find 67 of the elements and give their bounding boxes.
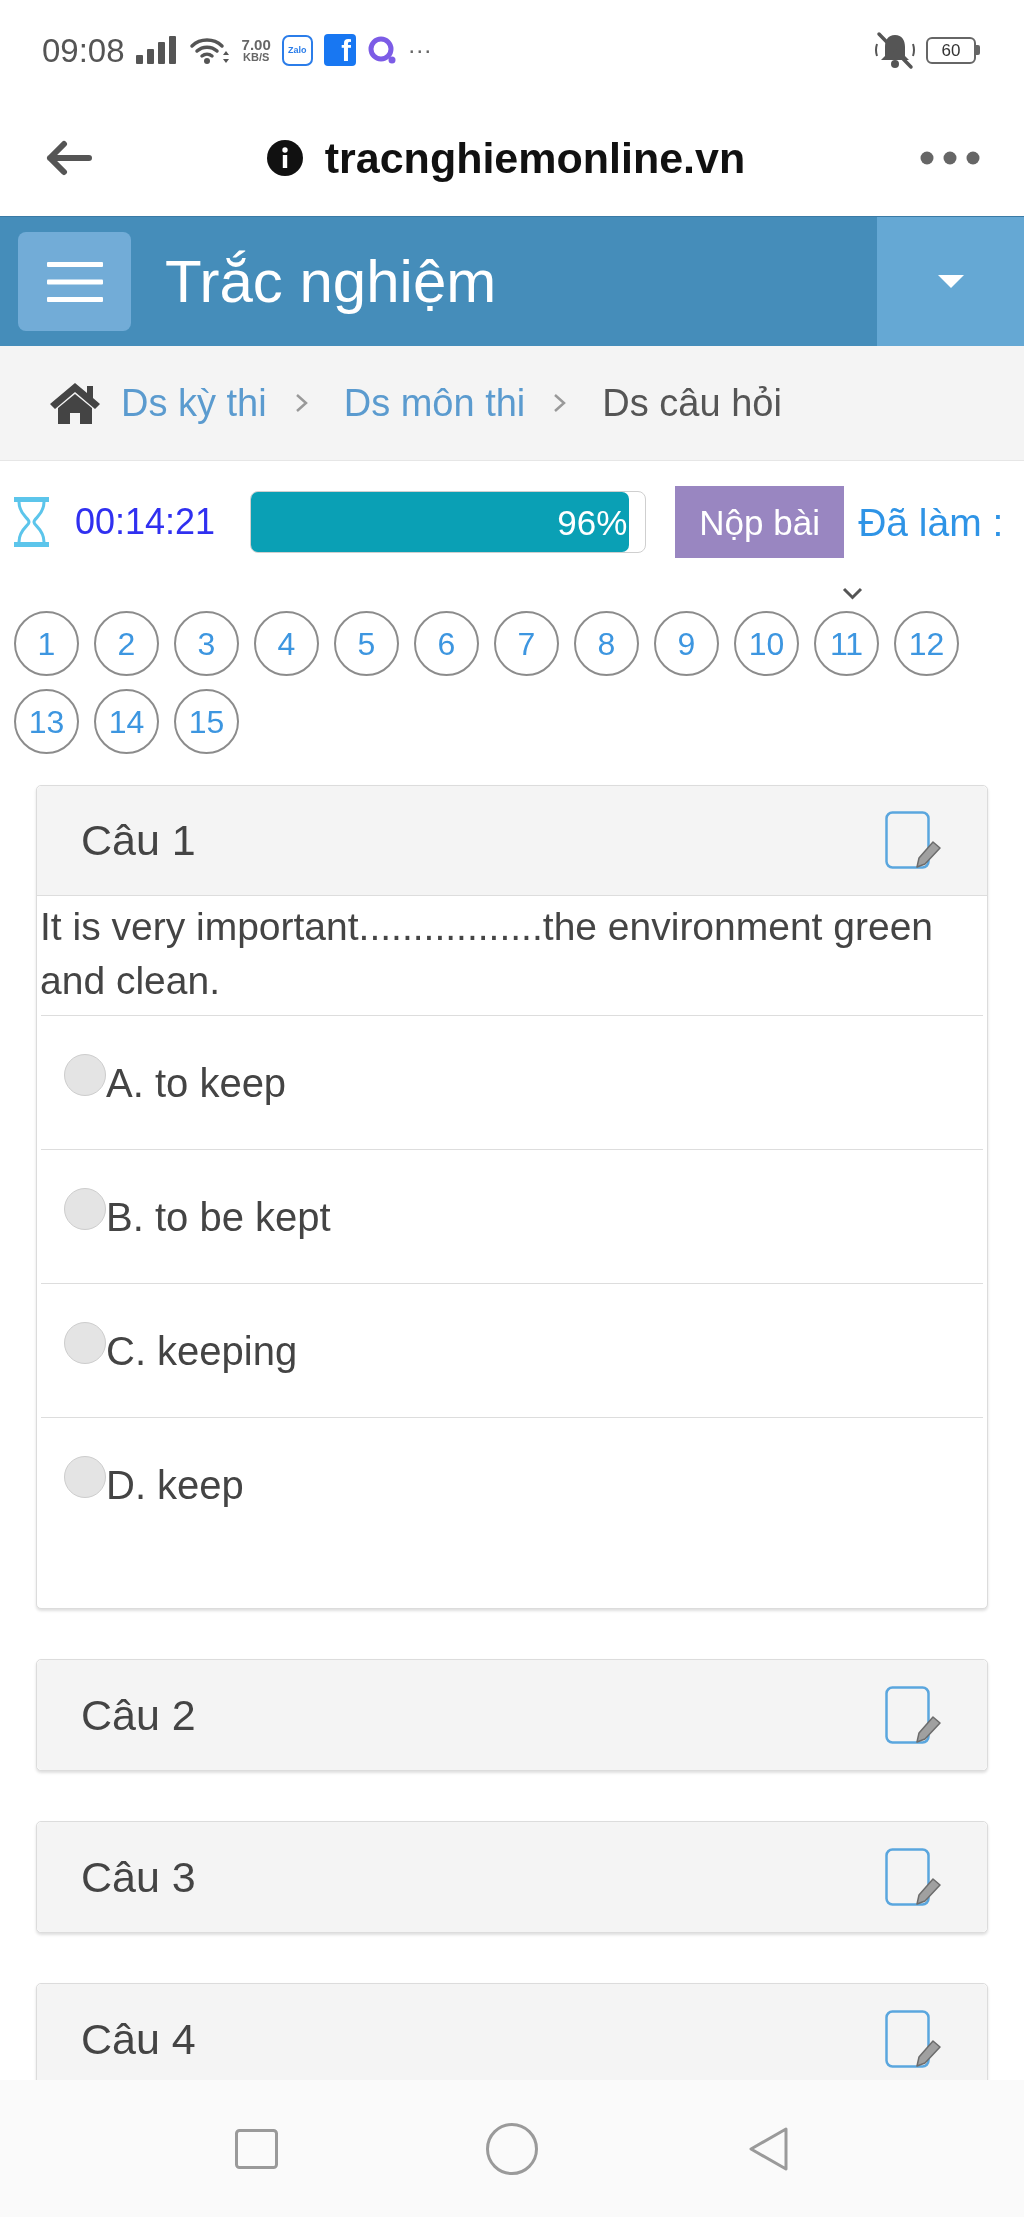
question-number-button[interactable]: 2 (94, 611, 159, 676)
question-number-button[interactable]: 1 (14, 611, 79, 676)
question-number-button[interactable]: 12 (894, 611, 959, 676)
back-arrow-icon[interactable] (44, 140, 92, 176)
signal-icon (135, 36, 178, 64)
question-title: Câu 1 (81, 819, 196, 862)
chevron-icon (553, 393, 567, 413)
info-icon[interactable] (266, 140, 303, 176)
breadcrumb-current: Ds câu hỏi (602, 384, 782, 422)
question-title: Câu 2 (81, 1693, 196, 1737)
note-pencil-icon[interactable] (885, 2009, 941, 2069)
question-number-button[interactable]: 15 (174, 689, 239, 754)
question-number-button[interactable]: 11 (814, 611, 879, 676)
submit-button[interactable]: Nộp bài (675, 486, 845, 558)
note-pencil-icon[interactable] (885, 811, 941, 870)
question-header[interactable]: Câu 1 (37, 786, 987, 896)
wifi-icon (188, 35, 231, 65)
question-header[interactable]: Câu 3 (37, 1822, 987, 1932)
question-number-button[interactable]: 3 (174, 611, 239, 676)
recents-icon[interactable] (234, 2128, 278, 2169)
more-icon[interactable] (920, 151, 980, 165)
ring-app-icon (366, 35, 397, 65)
question-number-button[interactable]: 9 (654, 611, 719, 676)
question-title: Câu 4 (81, 2017, 196, 2061)
network-speed-text: 7.00 (241, 37, 271, 52)
note-pencil-icon[interactable] (885, 1847, 941, 1907)
question-number-button[interactable]: 13 (14, 689, 79, 754)
answer-option[interactable]: D. keep (41, 1417, 983, 1551)
question-header[interactable]: Câu 2 (37, 1660, 987, 1770)
menu-button[interactable] (18, 232, 131, 331)
question-number-button[interactable]: 7 (494, 611, 559, 676)
question-number-button[interactable]: 8 (574, 611, 639, 676)
menu-icon (46, 261, 103, 302)
radio-button[interactable] (64, 1455, 106, 1498)
question-number-button[interactable]: 5 (334, 611, 399, 676)
chat-app-icon: Zalo (281, 34, 313, 66)
radio-button[interactable] (64, 1053, 106, 1096)
question-text: It is very important.................the environment green and clean. (39, 904, 935, 1004)
speed-unit-text: KB/S (243, 52, 270, 63)
breadcrumb-link[interactable]: Ds kỳ thi (121, 384, 267, 422)
answer-option[interactable]: C. keeping (41, 1283, 983, 1417)
breadcrumb-link[interactable]: Ds môn thi (343, 384, 526, 422)
social-app-icon: f (323, 34, 356, 66)
question-number-button[interactable]: 14 (94, 689, 159, 754)
home-icon[interactable] (49, 382, 101, 424)
answered-label: Đã làm : (858, 502, 1004, 542)
app-title: Trắc nghiệm (165, 251, 497, 312)
radio-button[interactable] (64, 1321, 106, 1364)
question-number-button[interactable]: 10 (734, 611, 799, 676)
question-title: Câu 3 (81, 1855, 196, 1899)
hourglass-icon (14, 497, 49, 547)
chevron-icon (294, 393, 308, 413)
timer-text: 00:14:21 (75, 504, 216, 540)
note-pencil-icon[interactable] (885, 1685, 941, 1745)
caret-icon (937, 275, 964, 288)
url-text[interactable]: tracnghiemonline.vn (324, 136, 746, 180)
radio-button[interactable] (64, 1187, 106, 1230)
more-notifications-text: ··· (407, 38, 432, 62)
answer-option[interactable]: A. to keep (41, 1015, 983, 1149)
question-header[interactable]: Câu 4 (37, 1984, 987, 2080)
progress-text: 96% (557, 504, 629, 540)
home-button-icon[interactable] (486, 2122, 538, 2175)
question-number-button[interactable]: 6 (414, 611, 479, 676)
time-text: 09:08 (42, 33, 125, 67)
answer-option[interactable]: B. to be kept (41, 1149, 983, 1283)
question-number-button[interactable]: 4 (254, 611, 319, 676)
muted-bell-icon (874, 30, 916, 70)
